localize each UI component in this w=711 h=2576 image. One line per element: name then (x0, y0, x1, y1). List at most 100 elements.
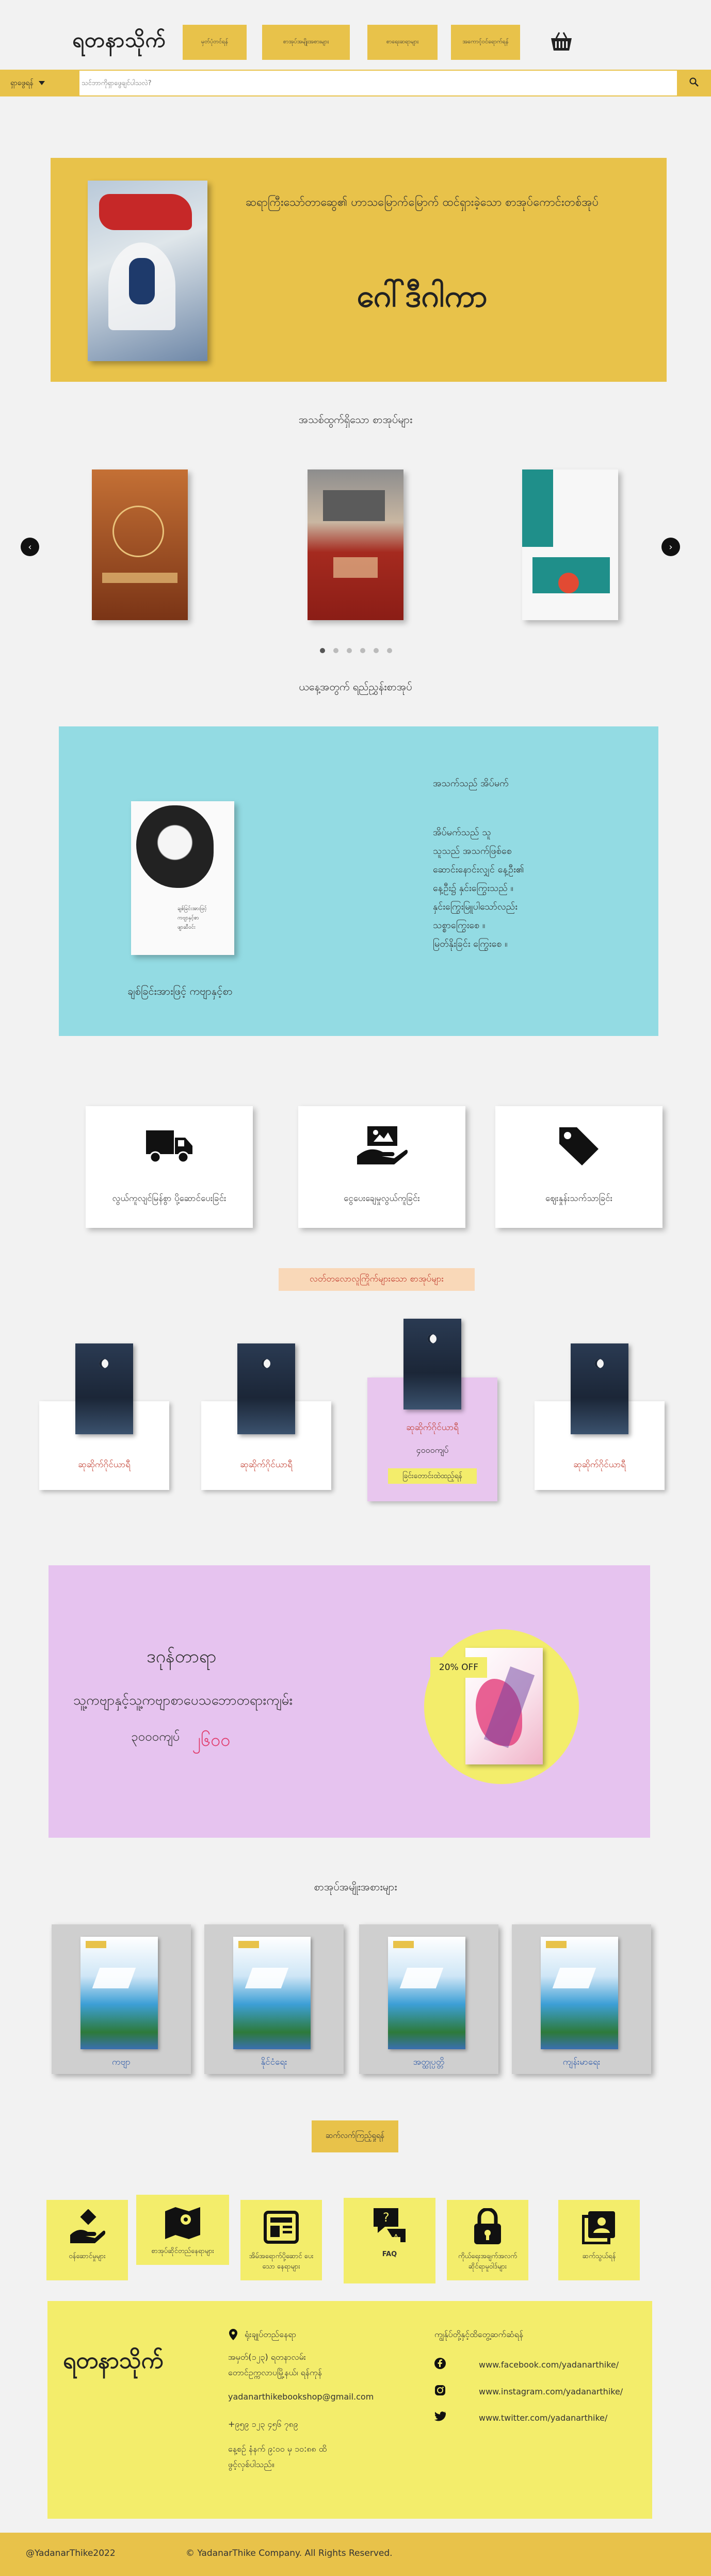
nav-login[interactable]: အကောင့်ဝင်ရောက်ရန် (451, 25, 520, 60)
site-logo[interactable]: ရတနာသိုက် (72, 27, 166, 57)
info-link-label: ကိုယ်ရေးအချက်အလက် ဆိုင်ရာမူဝါဒ်များ (458, 2253, 518, 2271)
service-hand-icon (46, 2207, 128, 2247)
daily-pick-panel[interactable]: ချစ်ခြင်းအားဖြင့် ကဗျာနှင့်စာ ဖျာဆီဝင်း ချ… (59, 726, 658, 1036)
map-location-icon (136, 2202, 229, 2242)
product-card-2[interactable]: ဆုဆိုက်ဂိုင်ယာရီ (201, 1343, 331, 1490)
new-releases-title: အသစ်ထွက်ရှိသော စာအုပ်များ (298, 413, 413, 426)
info-link-label: ဝန်ဆောင်မှုများ (69, 2253, 106, 2260)
carousel-book-1[interactable] (92, 469, 188, 620)
discount-badge: 20% OFF (430, 1657, 487, 1678)
service-label-payment: ငွေပေးချေမှုလွယ်ကူခြင်း (344, 1193, 420, 1204)
search-bar: ရှာဖွေရန် (0, 70, 711, 96)
discount-description: သူ့ကဗျာနှင့်သူ့ကဗျာစာပေသဘောတရားကျမ်း (73, 1693, 293, 1708)
carousel-book-2[interactable] (308, 469, 403, 620)
carousel-dot[interactable] (387, 648, 392, 653)
info-link-privacy[interactable]: ကိုယ်ရေးအချက်အလက် ဆိုင်ရာမူဝါဒ်များ (447, 2200, 528, 2280)
footer-hours: နေ့စဉ် နံနက် ၉:၀၀ မှ ၁၀:၈၈ ထိ ဖွင့်လှစ်ပ… (228, 2444, 327, 2469)
hero-banner[interactable]: ဆရာကြီးသော်တာဆွေ၏ ဟာသမြောက်မြောက် ထင်ရှာ… (51, 158, 667, 382)
info-link-label: အိမ်အရောက်ပို့ဆောင် ပေးသော နေရာများ (249, 2253, 314, 2271)
footer-phone[interactable]: +၉၅၉ ၁၂၃ ၄၅၆ ၇၈၉ (228, 2419, 298, 2431)
search-input[interactable] (82, 75, 670, 91)
product-name[interactable]: ဆုဆိုက်ဂိုင်ယာရီ (39, 1459, 169, 1472)
footer-social-facebook[interactable]: www.facebook.com/yadanarthike/ (434, 2358, 619, 2371)
service-label-delivery: လွယ်ကူလျင်မြန်စွာ ပို့ဆောင်ပေးခြင်း (112, 1193, 227, 1204)
nav-authors[interactable]: စာရေးဆရာများ (367, 25, 438, 60)
product-book-cover[interactable] (237, 1343, 295, 1434)
product-price: ၄၀၀၀ကျပ် (416, 1445, 449, 1455)
footer-logo[interactable]: ရတနာသိုက် (63, 2346, 164, 2379)
info-link-contact[interactable]: ဆက်သွယ်ရန် (558, 2200, 640, 2280)
info-link-faq[interactable]: ? A FAQ (344, 2198, 435, 2283)
carousel-dot[interactable] (374, 648, 379, 653)
twitter-link[interactable]: www.twitter.com/yadanarthike/ (479, 2413, 607, 2423)
nav-register[interactable]: မှတ်ပုံတင်ရန် (183, 25, 247, 60)
category-card-health[interactable]: ကျန်းမာရေး (512, 1924, 651, 2074)
basket-icon[interactable] (549, 31, 574, 53)
footer-social-twitter[interactable]: www.twitter.com/yadanarthike/ (434, 2411, 607, 2424)
search-button[interactable] (677, 71, 711, 95)
carousel-book-3[interactable] (522, 469, 618, 620)
carousel-dot[interactable] (333, 648, 338, 653)
daily-pick-title: ယနေ့အတွက် ရည်ညွှန်းစာအုပ် (299, 681, 412, 693)
carousel-dots (320, 648, 392, 653)
category-card-poetry[interactable]: ကဗျာ (52, 1924, 191, 2074)
info-link-label: စာအုပ်ဆိုင်တည်နေရာများ (151, 2247, 214, 2255)
add-to-basket-button[interactable]: ခြင်းတောင်းထဲထည့်ရန် (388, 1468, 477, 1484)
bottom-bar: @YadanarThike2022 © YadanarThike Company… (0, 2533, 711, 2576)
category-dropdown[interactable]: ရှာဖွေရန် (0, 71, 79, 95)
category-name[interactable]: ကျန်းမာရေး (512, 2056, 651, 2069)
carousel-dot[interactable] (347, 648, 352, 653)
carousel-prev-arrow-icon[interactable]: ‹ (21, 538, 39, 556)
footer-email[interactable]: yadanarthikebookshop@gmail.com (228, 2392, 374, 2402)
lock-icon (447, 2207, 528, 2247)
old-price: ၃၀၀၀ကျပ် (131, 1729, 180, 1744)
newspaper-icon (240, 2207, 322, 2247)
category-book-cover (233, 1937, 311, 2049)
daily-poem-title: အသက်သည် အိပ်မက် (433, 778, 509, 789)
product-name[interactable]: ဆုဆိုက်ဂိုင်ယာရီ (367, 1422, 497, 1435)
payment-hand-icon (298, 1123, 465, 1169)
facebook-icon (434, 2358, 446, 2371)
product-book-cover[interactable] (75, 1343, 133, 1434)
daily-book-author: ချစ်ခြင်းအားဖြင့် ကဗျာနှင့်စာ (127, 985, 233, 997)
footer-social-instagram[interactable]: www.instagram.com/yadanarthike/ (434, 2385, 623, 2398)
category-name[interactable]: နိုင်ငံရေး (204, 2056, 344, 2069)
category-book-cover (388, 1937, 465, 2049)
carousel-dot[interactable] (360, 648, 365, 653)
category-card-politics[interactable]: နိုင်ငံရေး (204, 1924, 344, 2074)
product-name[interactable]: ဆုဆိုက်ဂိုင်ယာရီ (535, 1459, 665, 1472)
category-book-cover (541, 1937, 618, 2049)
info-link-stores[interactable]: စာအုပ်ဆိုင်တည်နေရာများ (136, 2195, 229, 2265)
category-dropdown-label: ရှာဖွေရန် (10, 78, 34, 87)
hero-subtitle: ဆရာကြီးသော်တာဆွေ၏ ဟာသမြောက်မြောက် ထင်ရှာ… (245, 196, 599, 209)
carousel-dot[interactable] (320, 648, 325, 653)
faq-icon: ? A (344, 2205, 435, 2245)
footer-address: အမှတ်(၁၂၃) ရတနာလမ်း တောင်ဥက္ကလာပမြို့နယ်… (228, 2352, 322, 2377)
product-card-3-featured[interactable]: ဆုဆိုက်ဂိုင်ယာရီ ၄၀၀၀ကျပ် ခြင်းတောင်းထဲထ… (367, 1319, 497, 1501)
category-card-biography[interactable]: အတ္ထုပ္ပတ္တိ (359, 1924, 498, 2074)
daily-book-cover[interactable]: ချစ်ခြင်းအားဖြင့် ကဗျာနှင့်စာ ဖျာဆီဝင်း (131, 801, 234, 955)
product-card-4[interactable]: ဆုဆိုက်ဂိုင်ယာရီ (535, 1343, 665, 1490)
site-footer: ရတနာသိုက် ရုံးချုပ်တည်နေရာ အမှတ်(၁၂၃) ရတ… (47, 2301, 652, 2519)
info-link-services[interactable]: ဝန်ဆောင်မှုများ (46, 2200, 128, 2280)
see-more-button[interactable]: ဆက်လက်ကြည့်ရှုရန် (312, 2120, 398, 2152)
info-link-delivery-areas[interactable]: အိမ်အရောက်ပို့ဆောင် ပေးသော နေရာများ (240, 2200, 322, 2280)
site-header: ရတနာသိုက် မှတ်ပုံတင်ရန် စာအုပ်အမျိုးအစား… (0, 0, 711, 70)
hero-book-cover[interactable] (88, 181, 207, 361)
product-book-cover[interactable] (571, 1343, 628, 1434)
facebook-link[interactable]: www.facebook.com/yadanarthike/ (479, 2360, 619, 2370)
product-card-1[interactable]: ဆုဆိုက်ဂိုင်ယာရီ (39, 1343, 169, 1490)
category-name[interactable]: အတ္ထုပ္ပတ္တိ (359, 2056, 498, 2069)
svg-text:A: A (393, 2232, 399, 2242)
discount-banner[interactable]: ဒဂုန်တာရာ သူ့ကဗျာနှင့်သူ့ကဗျာစာပေသဘောတရာ… (49, 1565, 650, 1838)
product-book-cover[interactable] (403, 1319, 461, 1409)
product-name[interactable]: ဆုဆိုက်ဂိုင်ယာရီ (201, 1459, 331, 1472)
category-book-cover (80, 1937, 158, 2049)
carousel-next-arrow-icon[interactable]: › (661, 538, 680, 556)
nav-categories[interactable]: စာအုပ်အမျိုးအစားများ (262, 25, 350, 60)
service-label-price: ဈေးနှုန်းသက်သာခြင်း (545, 1193, 613, 1204)
service-card-price: ဈေးနှုန်းသက်သာခြင်း (495, 1106, 662, 1228)
location-pin-icon (228, 2329, 238, 2342)
category-name[interactable]: ကဗျာ (52, 2056, 191, 2069)
instagram-link[interactable]: www.instagram.com/yadanarthike/ (479, 2387, 623, 2396)
